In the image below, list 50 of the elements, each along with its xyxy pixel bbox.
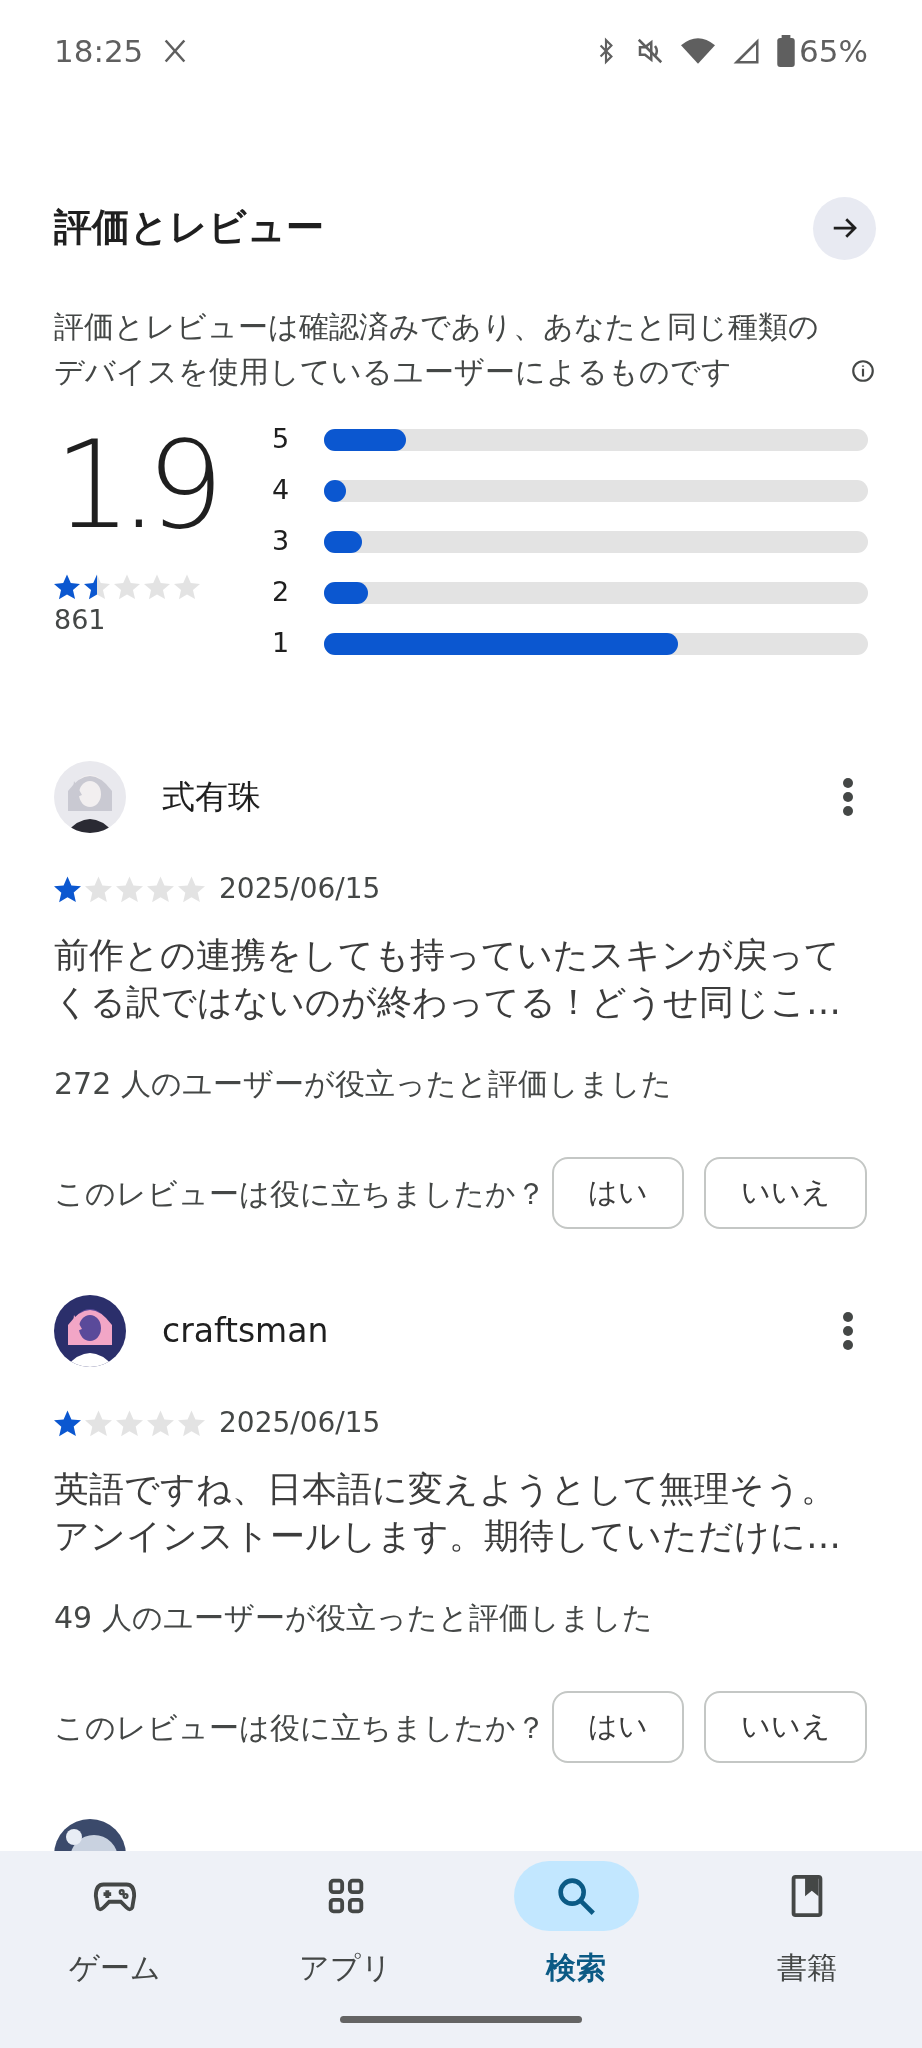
helpful-count: 49 人のユーザーが役立ったと評価しました bbox=[54, 1599, 654, 1637]
star-icon bbox=[54, 574, 80, 600]
helpful-question: このレビューは役に立ちましたか？ bbox=[54, 1708, 546, 1747]
star-icon bbox=[144, 574, 170, 600]
no-button[interactable]: いいえ bbox=[704, 1691, 867, 1763]
star-icon bbox=[54, 875, 81, 903]
nav-tab[interactable]: 書籍 bbox=[691, 1851, 922, 2048]
yes-button[interactable]: はい bbox=[552, 1691, 684, 1763]
helpful-count: 272 人のユーザーが役立ったと評価しました bbox=[54, 1065, 673, 1103]
star-icon bbox=[178, 875, 205, 903]
review-text: 英語ですね、日本語に変えようとして無理そう。アンインストールします。期待していただけに… bbox=[54, 1468, 842, 1558]
description-text: 評価とレビューは確認済みであり、あなたと同じ種類のデバイスを使用しているユーザーによるものです bbox=[54, 308, 820, 391]
star-icon bbox=[85, 875, 112, 903]
section-title: 評価とレビュー bbox=[54, 205, 324, 251]
bar-label: 4 bbox=[271, 473, 291, 508]
rating-score: 1.9 bbox=[54, 424, 214, 546]
star-icon bbox=[116, 875, 143, 903]
star-icon bbox=[85, 1409, 112, 1437]
battery-level: 65% bbox=[799, 31, 868, 71]
yes-button[interactable]: はい bbox=[552, 1157, 684, 1229]
star-icon bbox=[116, 1409, 143, 1437]
signal-icon bbox=[731, 36, 762, 66]
more-icon[interactable] bbox=[842, 777, 854, 817]
reviewer-name: craftsman bbox=[162, 1310, 329, 1353]
star-icon bbox=[178, 1409, 205, 1437]
bar-label: 5 bbox=[271, 422, 291, 457]
status-time: 18:25 bbox=[54, 31, 144, 71]
star-icon bbox=[114, 574, 140, 600]
star-icon bbox=[84, 574, 110, 600]
info-icon bbox=[850, 358, 876, 384]
bar-label: 2 bbox=[271, 575, 291, 610]
more-icon[interactable] bbox=[842, 1311, 854, 1351]
star-icon bbox=[54, 1409, 81, 1437]
helpful-question: このレビューは役に立ちましたか？ bbox=[54, 1174, 546, 1213]
bar-label: 3 bbox=[271, 524, 291, 559]
reviewer-name: 式有珠 bbox=[162, 776, 261, 819]
review-date: 2025/06/15 bbox=[219, 1405, 381, 1441]
review-text: 前作との連携をしても持っていたスキンが戻ってくる訳ではないのが終わってる！どうせ同じこ… bbox=[54, 934, 842, 1024]
rating-count: 861 bbox=[54, 603, 107, 637]
star-icon bbox=[174, 574, 200, 600]
no-button[interactable]: いいえ bbox=[704, 1157, 867, 1229]
bar-label: 1 bbox=[271, 626, 291, 661]
wifi-icon bbox=[681, 36, 716, 66]
star-icon bbox=[147, 1409, 174, 1437]
battery-icon bbox=[777, 35, 796, 67]
nav-tab[interactable]: ゲーム bbox=[0, 1851, 231, 2048]
nav-tab[interactable]: アプリ bbox=[230, 1851, 461, 2048]
review-date: 2025/06/15 bbox=[219, 871, 381, 907]
star-icon bbox=[147, 875, 174, 903]
nav-tab[interactable]: 検索 bbox=[461, 1851, 692, 2048]
